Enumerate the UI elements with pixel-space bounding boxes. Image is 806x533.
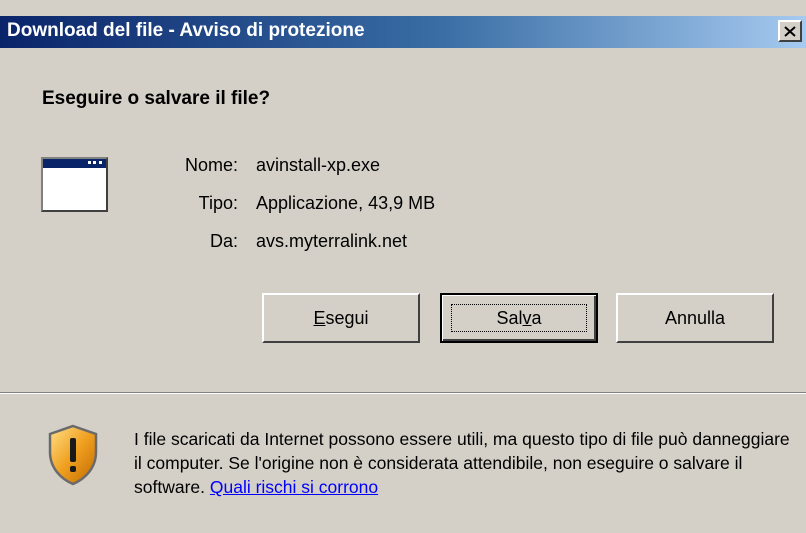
run-button[interactable]: Esegui bbox=[262, 293, 420, 343]
download-security-dialog: Download del file - Avviso di protezione… bbox=[0, 0, 806, 533]
cancel-button[interactable]: Annulla bbox=[616, 293, 774, 343]
security-shield-icon bbox=[48, 424, 98, 486]
from-label: Da: bbox=[209, 231, 238, 251]
from-value: avs.myterralink.net bbox=[256, 231, 408, 251]
close-button[interactable] bbox=[778, 20, 802, 42]
name-value: avinstall-xp.exe bbox=[256, 155, 381, 175]
title-bar[interactable]: Download del file - Avviso di protezione bbox=[0, 16, 806, 48]
save-button[interactable]: Sal v a bbox=[440, 293, 598, 343]
name-label: Nome: bbox=[184, 155, 238, 175]
type-value: Applicazione, 43,9 MB bbox=[256, 193, 436, 213]
risks-link[interactable]: Quali rischi si corrono bbox=[210, 477, 378, 497]
run-accelerator: E bbox=[313, 307, 326, 328]
window-title: Download del file - Avviso di protezione bbox=[7, 20, 365, 41]
type-label: Tipo: bbox=[198, 193, 238, 213]
dialog-heading: Eseguire o salvare il file? bbox=[42, 88, 271, 109]
close-icon bbox=[784, 25, 796, 37]
warning-message: I file scaricati da Internet possono ess… bbox=[134, 429, 790, 497]
